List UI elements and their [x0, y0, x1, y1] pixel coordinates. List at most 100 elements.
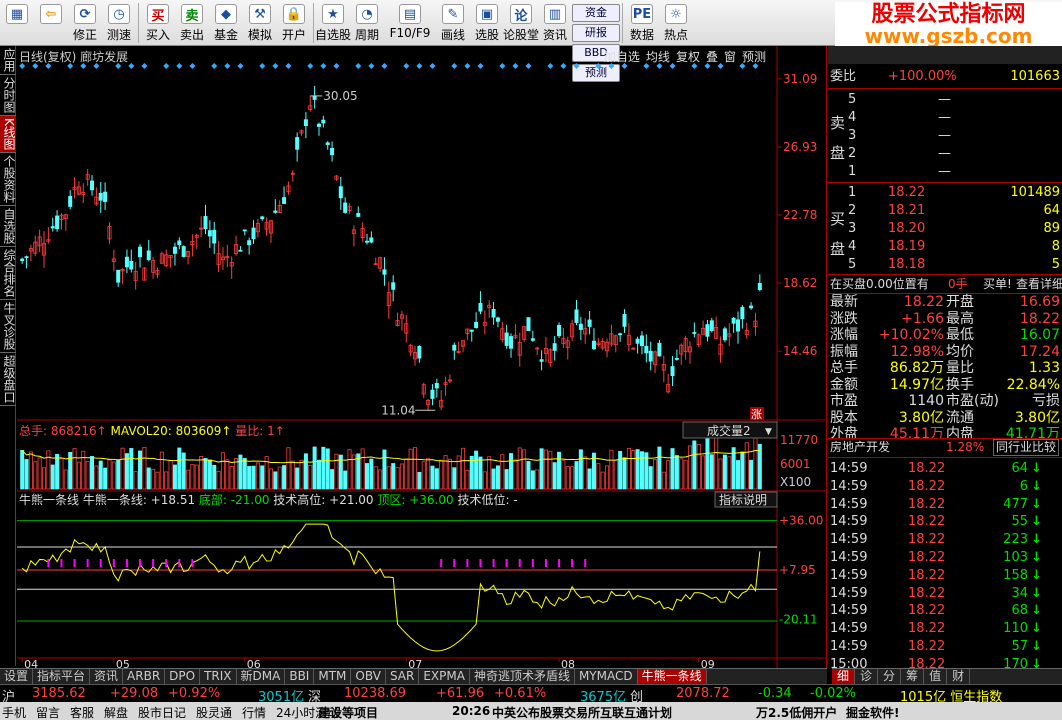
- indicator-tab-0[interactable]: 设置: [0, 669, 34, 684]
- quote-tab-1[interactable]: 诊: [855, 669, 879, 684]
- indicator-tab-1[interactable]: 指标平台: [33, 669, 91, 684]
- sell-price: —: [938, 128, 951, 143]
- news-ticker-1[interactable]: 建设等项目: [318, 704, 378, 720]
- info-bar-item-6[interactable]: 行情: [242, 704, 266, 720]
- indicator-tab-14[interactable]: 牛熊一条线: [637, 669, 707, 684]
- promo-link-2[interactable]: 掘金软件!: [846, 704, 899, 720]
- quote-tab-3[interactable]: 筹: [901, 669, 925, 684]
- toolbar-button-17[interactable]: ☼ 热点: [659, 0, 693, 46]
- indicator-tab-6[interactable]: 新DMA: [237, 669, 286, 684]
- left-tab-4[interactable]: 自选股: [0, 206, 16, 247]
- volume-bar: [316, 459, 321, 490]
- info-bar-item-0[interactable]: 手机: [2, 704, 26, 720]
- left-tab-3[interactable]: 个股资料: [0, 153, 16, 206]
- indicator-tab-5[interactable]: TRIX: [200, 669, 237, 684]
- info-bar-item-1[interactable]: 留言: [36, 704, 60, 720]
- left-tab-6[interactable]: 牛叉诊股: [0, 300, 16, 353]
- toolbar-small-button[interactable]: 研报: [572, 24, 620, 42]
- toolbar-button-7[interactable]: ⚒ 模拟: [243, 0, 277, 46]
- volume-bar: [94, 465, 99, 490]
- candle-body: [50, 226, 55, 229]
- indicator-tab-10[interactable]: SAR: [386, 669, 420, 684]
- news-ticker-2[interactable]: 中英公布股票交易所互联互通计划: [492, 704, 672, 720]
- chart-button-2[interactable]: 复权: [673, 48, 703, 65]
- toolbar-button-15[interactable]: ▥ 资讯: [538, 0, 572, 46]
- indicator-tab-7[interactable]: BBI: [285, 669, 315, 684]
- candle-body: [369, 237, 374, 243]
- back-arrow-icon: ⇦: [40, 4, 62, 24]
- toolbar-button-5[interactable]: 卖卖出: [175, 0, 209, 46]
- toolbar-button-10[interactable]: ◔ 周期: [350, 0, 384, 46]
- toolbar-button-13[interactable]: ▣ 选股: [470, 0, 504, 46]
- tick-row: 14:59 18.22 223 ↓: [828, 531, 1062, 548]
- volume-bar: [661, 471, 666, 490]
- toolbar-button-3[interactable]: ◷ 测速: [102, 0, 136, 46]
- volume-bar: [373, 466, 378, 490]
- stat-value: 12.98%: [890, 343, 944, 360]
- toolbar-button-4[interactable]: 买买入: [141, 0, 175, 46]
- indicator-tab-4[interactable]: DPO: [165, 669, 201, 684]
- cy-label: 创: [630, 690, 644, 702]
- promo-link[interactable]: 万2.5低佣开户: [756, 704, 837, 720]
- info-bar-item-5[interactable]: 股灵通: [196, 704, 232, 720]
- volume-bar: [557, 451, 562, 490]
- stat-label: 流通: [946, 409, 974, 426]
- quote-tab-5[interactable]: 财: [947, 669, 971, 684]
- chart-button-5[interactable]: 预测: [739, 48, 769, 65]
- chart-button-1[interactable]: 均线: [643, 48, 673, 65]
- indicator-tab-2[interactable]: 资讯: [90, 669, 124, 684]
- volume-bar: [120, 447, 125, 490]
- down-arrow-icon: ↓: [1031, 478, 1042, 494]
- indicator-tab-9[interactable]: OBV: [351, 669, 386, 684]
- quote-tab-4[interactable]: 值: [924, 669, 948, 684]
- chart-button-3[interactable]: 叠: [703, 48, 721, 65]
- candle-body: [295, 137, 300, 150]
- stat-label: 市盈: [830, 393, 858, 409]
- toolbar-button-9[interactable]: ★ 自选股: [315, 0, 351, 46]
- toolbar-button-11[interactable]: ▤ F10/F9: [384, 0, 436, 46]
- toolbar-button-1[interactable]: ⇦: [34, 0, 68, 46]
- volume-ratio: 量比: 1↑: [235, 424, 285, 438]
- toolbar-button-2[interactable]: ⟳ 修正: [68, 0, 102, 46]
- indicator-tab-11[interactable]: EXPMA: [419, 669, 470, 684]
- indicator-tab-3[interactable]: ARBR: [123, 669, 166, 684]
- left-tab-1[interactable]: 分时图: [0, 75, 16, 116]
- indicator-top: 顶区: +36.00: [377, 493, 457, 507]
- toolbar-button-14[interactable]: 论论股堂: [503, 0, 539, 46]
- toolbar-button-6[interactable]: ◆ 基金: [209, 0, 243, 46]
- left-tab-5[interactable]: 综合排名: [0, 247, 16, 300]
- candle-body: [90, 180, 95, 191]
- refresh-icon: ⟳: [74, 4, 96, 24]
- chart-button-4[interactable]: 窗: [721, 48, 739, 65]
- info-bar-item-2[interactable]: 客服: [70, 704, 94, 720]
- volume-bar: [613, 459, 618, 490]
- indicator-tab-8[interactable]: MTM: [314, 669, 352, 684]
- sector-compare-button[interactable]: 同行业比较: [993, 439, 1060, 456]
- indicator-tab-13[interactable]: MYMACD: [575, 669, 638, 684]
- volume-bar: [98, 460, 103, 490]
- toolbar-button-8[interactable]: 🔒 开户: [277, 0, 311, 46]
- kline-chart-area[interactable]: 30.05 11.04 31.09 26.93 22.78 18.62 14.46 涨总手: …: [17, 46, 827, 668]
- candle-body: [644, 345, 649, 354]
- stat-label: 最新: [830, 294, 858, 310]
- chart-button-0[interactable]: 加自选: [601, 48, 643, 65]
- order-detail-link[interactable]: 查看详细: [1016, 276, 1062, 293]
- info-bar-item-4[interactable]: 股市日记: [138, 704, 186, 720]
- info-bar-item-3[interactable]: 解盘: [104, 704, 128, 720]
- left-tab-7[interactable]: 超级盘口: [0, 353, 16, 406]
- toolbar-button-label: 数据: [629, 28, 654, 42]
- quote-tab-0[interactable]: 细: [832, 669, 856, 684]
- volume-bar: [399, 463, 404, 490]
- watermark-url: www.gszb.com: [864, 24, 1033, 48]
- left-tab-0[interactable]: 应用: [0, 46, 16, 75]
- sell-level: 1: [848, 164, 857, 179]
- toolbar-button-16[interactable]: PE 数据: [625, 0, 659, 46]
- volume-axis-label: X100: [780, 475, 811, 489]
- indicator-tab-12[interactable]: 神奇逃顶术矛盾线: [470, 669, 575, 684]
- candle-body: [124, 256, 129, 268]
- toolbar-button-0[interactable]: ▦: [0, 0, 34, 46]
- toolbar-button-12[interactable]: ✎ 画线: [436, 0, 470, 46]
- quote-tab-2[interactable]: 分: [878, 669, 902, 684]
- left-tab-2[interactable]: K线图: [0, 116, 16, 153]
- toolbar-small-button[interactable]: 资金: [572, 4, 620, 22]
